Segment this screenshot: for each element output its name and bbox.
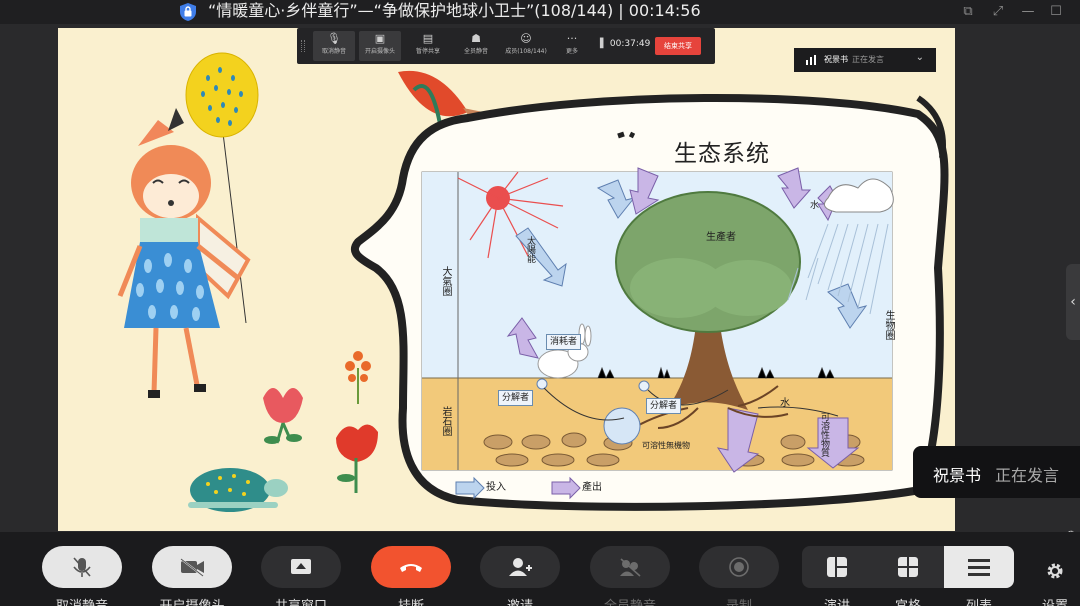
record-icon — [729, 557, 749, 577]
label-water-soil: 水 — [780, 398, 790, 409]
drag-handle-icon[interactable] — [301, 40, 305, 52]
label-biosphere: 生物圈 — [883, 310, 894, 340]
mute-all-icon — [620, 558, 641, 577]
label-decomposer-2: 分解者 — [646, 398, 682, 414]
maximize-icon[interactable]: ☐ — [1048, 4, 1064, 20]
fullscreen-icon[interactable]: ⤢ — [990, 4, 1006, 20]
more-icon: ··· — [566, 32, 578, 45]
label-atmosphere: 大氣圈 — [440, 266, 451, 296]
speaking-indicator: 祝景书 正在发言 — [913, 446, 1080, 498]
sharebar-pause-share-button[interactable]: ▤ 暂停共享 — [407, 31, 449, 61]
mic-off-icon — [73, 557, 91, 577]
gear-icon[interactable] — [1044, 560, 1066, 582]
label-lithosphere: 岩石圈 — [440, 406, 451, 436]
share-timer: ▌ 00:37:49 — [600, 39, 651, 49]
chevron-down-icon[interactable]: ⌄ — [916, 52, 924, 63]
title-bar: “情暖童心·乡伴童行”—“争做保护地球小卫士”(108/144) | 00:14… — [0, 0, 1080, 24]
label-decomposer-1: 分解者 — [498, 390, 534, 406]
audio-level-icon — [806, 55, 816, 65]
label-water-top: 水 — [810, 201, 820, 211]
camera-off-icon — [180, 558, 204, 577]
grid-view-button[interactable] — [873, 546, 943, 588]
unmute-button[interactable] — [42, 546, 122, 588]
camera-icon: ▣ — [374, 32, 386, 45]
shared-slide: 生态系统 大氣圈 岩石圈 生物圈 生產者 消耗者 分解者 分解者 太陽能 水 水… — [58, 28, 955, 531]
layout-switcher — [802, 546, 1014, 588]
mute-all-button[interactable] — [590, 546, 670, 588]
share-screen-icon — [291, 559, 311, 574]
mute-all-icon: ☗ — [471, 32, 481, 45]
meeting-title: “情暖童心·乡伴童行”—“争做保护地球小卫士”(108/144) | 00:14… — [208, 1, 701, 20]
label-solar: 太陽能 — [525, 236, 535, 263]
share-window-button[interactable] — [261, 546, 341, 588]
invite-icon — [509, 558, 532, 576]
label-soluble-inorganic: 可溶性無機物 — [642, 441, 690, 450]
settings-label: 设置 — [1034, 595, 1076, 606]
label-soluble-matter: 可溶性物質 — [819, 412, 829, 457]
grid-view-icon — [898, 557, 918, 577]
signal-icon: ▌ — [600, 39, 607, 49]
hangup-icon — [400, 564, 422, 572]
share-toolbar: 🎙 取消静音 ▣ 开启摄像头 ▤ 暂停共享 ☗ 全员静音 ☺ 成员(108/14… — [297, 28, 715, 64]
speaker-view-icon — [827, 557, 847, 577]
label-consumer: 消耗者 — [546, 334, 582, 350]
meeting-controls: 取消静音 开启摄像头 共享窗口 挂断 — [0, 532, 1080, 606]
sharebar-unmute-button[interactable]: 🎙 取消静音 — [313, 31, 355, 61]
invite-button[interactable] — [480, 546, 560, 588]
shield-lock-icon — [180, 3, 196, 21]
mic-icon: 🎙 — [327, 32, 341, 45]
sharebar-members-button[interactable]: ☺ 成员(108/144) — [501, 31, 551, 61]
list-view-icon — [968, 559, 990, 576]
speaking-indicator-top: 祝景书 正在发言 ⌄ — [794, 48, 936, 72]
hangup-button[interactable] — [371, 546, 451, 588]
minimize-icon[interactable]: — — [1020, 4, 1036, 20]
sharebar-mute-all-button[interactable]: ☗ 全员静音 — [455, 31, 497, 61]
record-button[interactable] — [699, 546, 779, 588]
sharebar-more-button[interactable]: ··· 更多 — [551, 31, 593, 61]
end-share-button[interactable]: 结束共享 — [655, 37, 701, 55]
start-camera-button[interactable] — [152, 546, 232, 588]
share-pause-icon: ▤ — [422, 32, 434, 45]
side-panel-toggle[interactable]: ‹ — [1066, 264, 1080, 340]
window-pin-icon[interactable]: ⧉ — [960, 4, 976, 20]
sharebar-camera-button[interactable]: ▣ 开启摄像头 — [359, 31, 401, 61]
members-icon: ☺ — [520, 32, 532, 45]
list-view-button[interactable] — [944, 546, 1014, 588]
legend-input: 投入 — [486, 482, 506, 493]
slide-title: 生态系统 — [674, 141, 770, 167]
speaker-view-button[interactable] — [802, 546, 872, 588]
meeting-window: “情暖童心·乡伴童行”—“争做保护地球小卫士”(108/144) | 00:14… — [0, 0, 1080, 606]
label-producer: 生產者 — [706, 232, 736, 243]
legend-output: 產出 — [582, 482, 602, 493]
